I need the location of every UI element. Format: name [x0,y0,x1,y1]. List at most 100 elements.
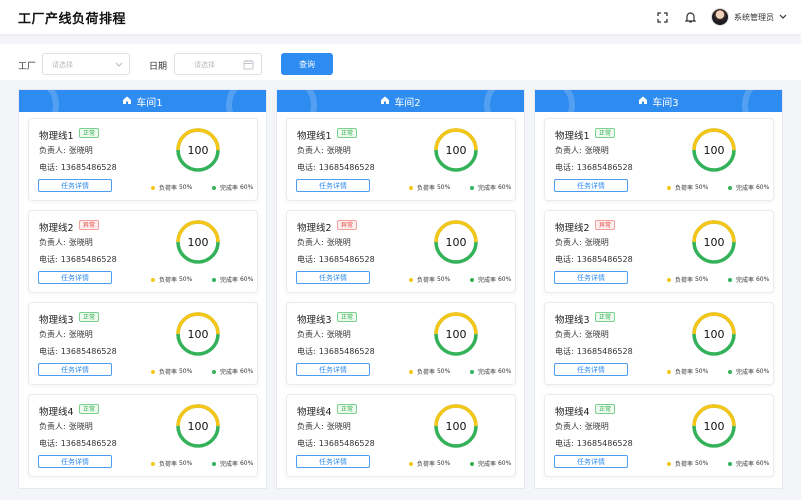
phone-row: 电话: 13685486528 [39,438,117,449]
load-dot [667,461,671,466]
load-rate-value: 50% [178,368,193,375]
bell-icon[interactable] [683,10,697,24]
load-rate-legend: 负荷率 50% [409,459,450,468]
owner-value: 张晓明 [68,238,93,247]
phone-label: 电话: [39,163,58,172]
workshop-header: 车间2 [277,90,524,112]
factory-select[interactable]: 请选择 [42,53,130,75]
workshop-panel: 车间3 物理线1 正常 负责人: 张晓明 电话: 13685486528 任务详情 100 负荷率… [534,89,783,489]
owner-row: 负责人: 张晓明 [297,421,351,432]
date-label: 日期 [149,62,168,72]
task-detail-button[interactable]: 任务详情 [38,179,112,192]
task-detail-button[interactable]: 任务详情 [296,363,370,376]
task-detail-button[interactable]: 任务详情 [296,179,370,192]
completion-rate-value: 60% [755,184,770,191]
task-detail-button[interactable]: 任务详情 [38,363,112,376]
line-name: 物理线1 [297,131,332,142]
task-detail-button[interactable]: 任务详情 [554,179,628,192]
phone-value: 13685486528 [318,255,375,264]
gauge-value: 100 [445,235,467,249]
phone-label: 电话: [297,255,316,264]
phone-value: 13685486528 [576,255,633,264]
load-rate-legend: 负荷率 50% [151,367,192,376]
workshop-title: 车间2 [394,97,421,109]
phone-row: 电话: 13685486528 [39,254,117,265]
gauge-value: 100 [703,327,725,341]
owner-row: 负责人: 张晓明 [39,329,93,340]
owner-label: 负责人: [555,330,582,339]
phone-value: 13685486528 [318,163,375,172]
home-icon [638,95,648,108]
completion-rate-label: 完成率 [478,277,497,284]
load-dot [409,369,413,374]
owner-row: 负责人: 张晓明 [297,237,351,248]
workshop-title: 车间3 [652,97,679,109]
task-detail-button[interactable]: 任务详情 [554,363,628,376]
load-rate-label: 负荷率 [159,369,178,376]
user-name: 系统管理员 [734,12,774,22]
load-rate-legend: 负荷率 50% [667,275,708,284]
load-dot [151,185,155,190]
phone-value: 13685486528 [576,347,633,356]
gauge-value: 100 [187,143,209,157]
completion-rate-value: 60% [239,368,254,375]
phone-label: 电话: [555,439,574,448]
phone-row: 电话: 13685486528 [555,438,633,449]
owner-label: 负责人: [297,146,324,155]
line-name: 物理线4 [297,407,332,418]
workshop-panel: 车间2 物理线1 正常 负责人: 张晓明 电话: 13685486528 任务详情 100 负荷率… [276,89,525,489]
load-rate-label: 负荷率 [417,369,436,376]
done-dot [212,277,216,282]
done-dot [470,185,474,190]
task-detail-button[interactable]: 任务详情 [296,455,370,468]
task-detail-button[interactable]: 任务详情 [38,271,112,284]
completion-rate-label: 完成率 [220,461,239,468]
status-badge: 正常 [595,404,616,414]
completion-rate-value: 60% [755,368,770,375]
task-detail-button[interactable]: 任务详情 [554,271,628,284]
query-button[interactable]: 查询 [281,53,333,75]
owner-label: 负责人: [297,422,324,431]
load-rate-value: 50% [436,460,451,467]
load-rate-legend: 负荷率 50% [151,183,192,192]
completion-rate-value: 60% [755,460,770,467]
task-detail-button[interactable]: 任务详情 [554,455,628,468]
owner-label: 负责人: [39,238,66,247]
date-picker[interactable]: 请选择 [174,53,262,75]
gauge-value: 100 [187,235,209,249]
completion-rate-legend: 完成率 60% [728,275,769,284]
phone-value: 13685486528 [60,439,117,448]
phone-label: 电话: [39,347,58,356]
completion-rate-legend: 完成率 60% [212,459,253,468]
done-dot [728,461,732,466]
load-rate-value: 50% [694,460,709,467]
status-badge: 正常 [337,404,358,414]
owner-value: 张晓明 [326,422,351,431]
load-dot [667,185,671,190]
owner-label: 负责人: [39,330,66,339]
done-dot [728,185,732,190]
load-rate-legend: 负荷率 50% [409,367,450,376]
completion-rate-label: 完成率 [220,369,239,376]
completion-rate-legend: 完成率 60% [728,459,769,468]
completion-rate-label: 完成率 [736,277,755,284]
line-card: 物理线3 正常 负责人: 张晓明 电话: 13685486528 任务详情 100 负荷率 50… [286,302,516,385]
owner-row: 负责人: 张晓明 [555,421,609,432]
owner-row: 负责人: 张晓明 [555,145,609,156]
phone-row: 电话: 13685486528 [555,254,633,265]
fullscreen-icon[interactable] [655,10,669,24]
app-title: 工厂产线负荷排程 [18,11,127,27]
owner-row: 负责人: 张晓明 [39,237,93,248]
completion-rate-label: 完成率 [736,369,755,376]
task-detail-button[interactable]: 任务详情 [38,455,112,468]
load-dot [667,369,671,374]
user-menu[interactable]: 系统管理员 [711,8,787,26]
owner-value: 张晓明 [68,422,93,431]
done-dot [728,369,732,374]
load-rate-label: 负荷率 [159,277,178,284]
completion-rate-value: 60% [239,276,254,283]
status-badge: 正常 [79,404,100,414]
phone-row: 电话: 13685486528 [555,162,633,173]
task-detail-button[interactable]: 任务详情 [296,271,370,284]
line-card: 物理线2 异常 负责人: 张晓明 电话: 13685486528 任务详情 100 负荷率 50… [286,210,516,293]
